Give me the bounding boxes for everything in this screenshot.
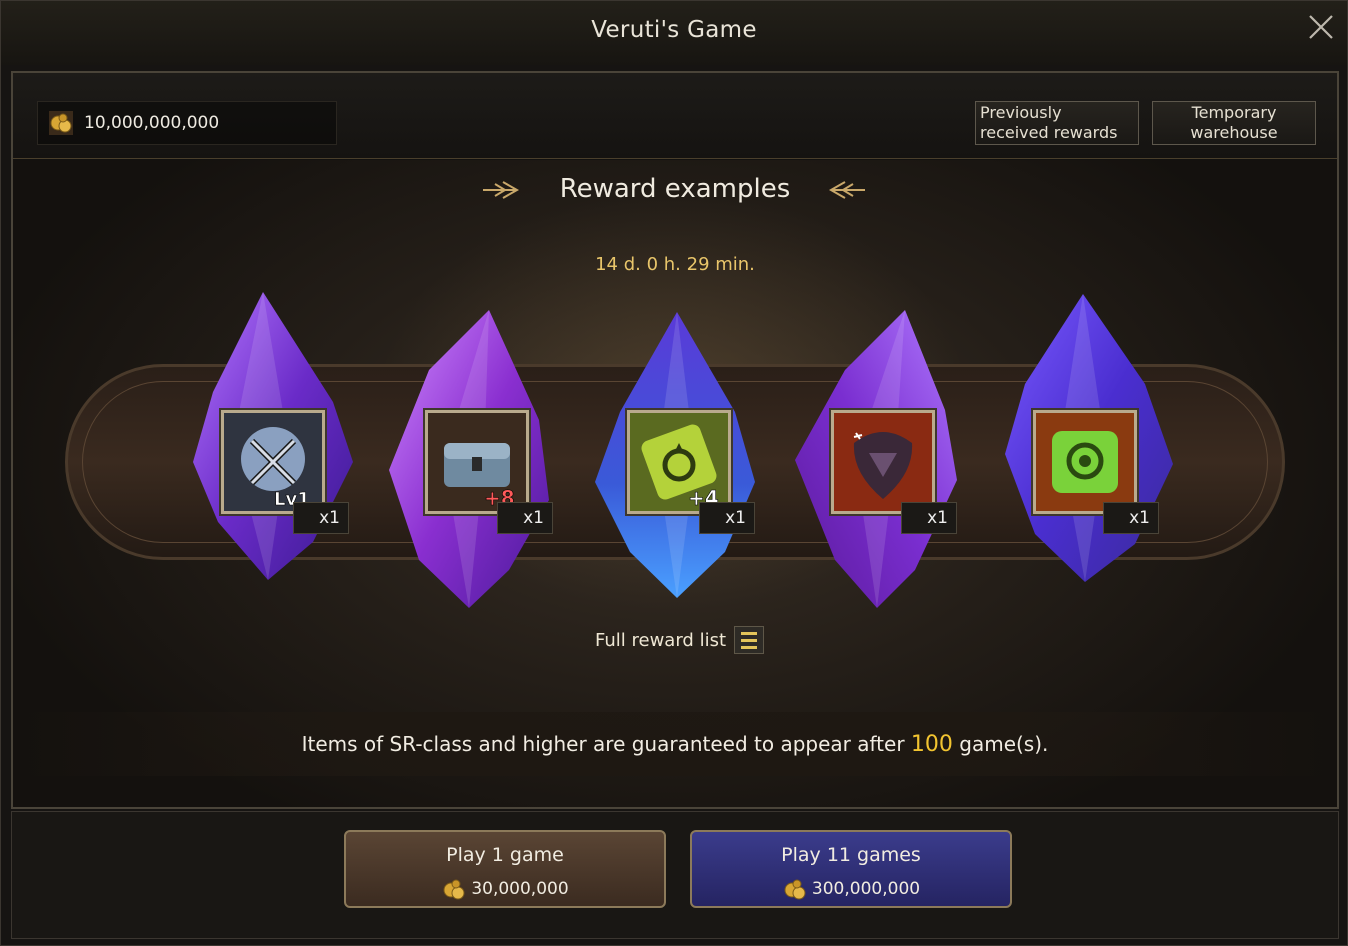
currency-display: 10,000,000,000 [37, 101, 337, 145]
treasure-chest-icon: +8 [428, 413, 526, 511]
coin-pouch-icon [784, 879, 806, 900]
reward-stage: Reward examples 14 d. 0 h. 29 min. Lv1 x… [13, 160, 1337, 807]
play-1-game-button[interactable]: Play 1 game 30,000,000 [344, 830, 666, 908]
main-panel: 10,000,000,000 Previously received rewar… [11, 71, 1339, 809]
guarantee-banner: Items of SR-class and higher are guarant… [13, 712, 1337, 776]
coin-pouch-icon [443, 879, 465, 900]
reward-item-1-quantity: x1 [293, 502, 349, 534]
reward-item-4[interactable] [831, 410, 935, 514]
play-1-game-cost: 30,000,000 [346, 876, 664, 902]
guarantee-text: Items of SR-class and higher are guarant… [301, 732, 1049, 757]
play-11-games-label: Play 11 games [781, 844, 921, 866]
window-title: Veruti's Game [591, 17, 757, 43]
sword-crest-icon: Lv1 [224, 413, 322, 511]
currency-value: 10,000,000,000 [84, 113, 220, 133]
arrow-ornament-right-icon [828, 181, 865, 199]
full-reward-list-label: Full reward list [595, 629, 727, 651]
reward-item-5[interactable] [1033, 410, 1137, 514]
reward-item-1[interactable]: Lv1 [221, 410, 325, 514]
play-1-game-label: Play 1 game [446, 844, 564, 866]
play-footer: Play 1 game 30,000,000 Play 11 games 300… [11, 811, 1339, 939]
reward-examples-title: Reward examples [559, 174, 791, 204]
title-bar: Veruti's Game [1, 1, 1347, 65]
play-11-games-cost: 300,000,000 [692, 876, 1010, 902]
play-11-games-button[interactable]: Play 11 games 300,000,000 [690, 830, 1012, 908]
dark-gem-icon [834, 413, 932, 511]
top-bar: 10,000,000,000 Previously received rewar… [13, 73, 1337, 159]
reward-item-4-quantity: x1 [901, 502, 957, 534]
reward-item-2-quantity: x1 [497, 502, 553, 534]
full-reward-list-button[interactable]: Full reward list [595, 626, 765, 654]
temporary-warehouse-button[interactable]: Temporary warehouse [1152, 101, 1316, 145]
green-scroll-icon [1036, 413, 1134, 511]
reward-item-3-quantity: x1 [699, 502, 755, 534]
ring-ticket-icon: +4 [630, 413, 728, 511]
previously-received-rewards-button[interactable]: Previously received rewards [975, 101, 1139, 145]
guarantee-count: 100 [910, 732, 953, 757]
reward-item-5-quantity: x1 [1103, 502, 1159, 534]
close-icon[interactable] [1307, 13, 1335, 41]
veruti-game-window: Veruti's Game 10,000,000,000 Previously … [0, 0, 1348, 946]
event-timer: 14 d. 0 h. 29 min. [595, 254, 755, 275]
reward-item-2[interactable]: +8 [425, 410, 529, 514]
coin-pouch-icon [49, 111, 73, 135]
list-icon [734, 626, 765, 654]
reward-item-3[interactable]: +4 [627, 410, 731, 514]
